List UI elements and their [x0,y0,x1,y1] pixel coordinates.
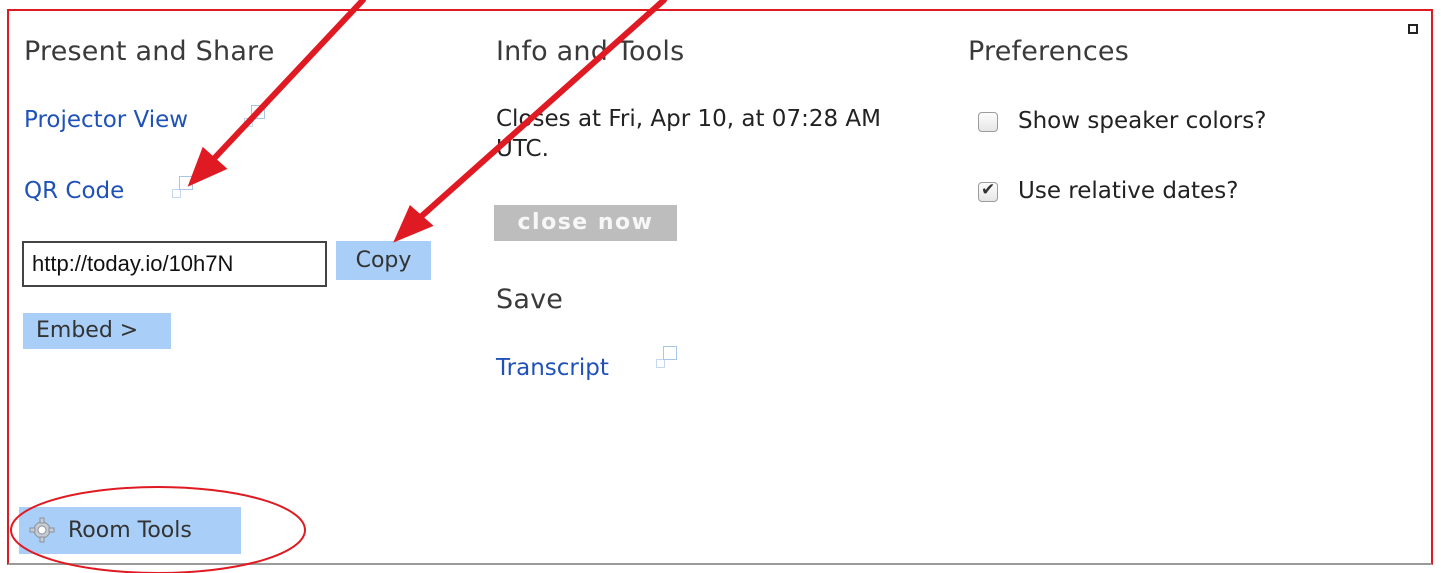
transcript-link[interactable]: Transcript [496,355,609,381]
preferences-heading: Preferences [968,36,1129,67]
relative-dates-checkbox[interactable]: ✔ [978,180,998,202]
save-heading: Save [496,284,564,315]
embed-button[interactable]: Embed > [23,313,171,349]
closes-at-text: Closes at Fri, Apr 10, at 07:28 AM UTC. [496,106,881,162]
popout-icon [244,105,266,127]
info-tools-heading: Info and Tools [496,36,685,67]
gear-icon [29,517,55,543]
room-tools-label: Room Tools [68,518,192,543]
popout-icon [172,176,194,198]
close-now-button[interactable]: close now [494,205,677,241]
pref-label: Show speaker colors? [1018,108,1267,134]
present-share-heading: Present and Share [24,36,275,67]
share-tools-panel [7,9,1433,565]
popout-icon [656,346,678,368]
copy-button[interactable]: Copy [336,241,431,280]
projector-view-link[interactable]: Projector View [24,107,188,133]
pref-label: Use relative dates? [1018,178,1239,204]
close-icon[interactable] [1408,24,1418,34]
room-tools-button[interactable]: Room Tools [19,507,241,554]
share-url-input[interactable] [22,241,327,287]
checkmark-icon: ✔ [981,180,996,200]
qr-code-link[interactable]: QR Code [24,178,124,204]
speaker-colors-checkbox[interactable] [978,112,998,132]
